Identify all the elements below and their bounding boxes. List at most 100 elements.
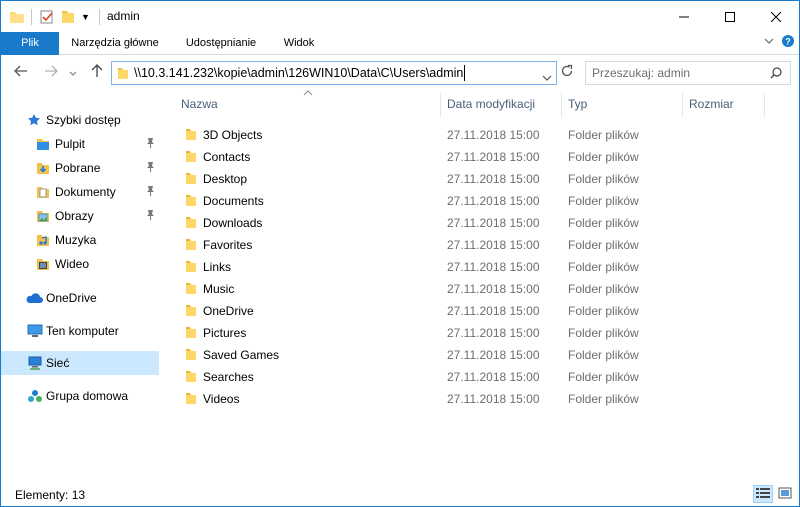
file-name[interactable]: Documents — [203, 194, 264, 208]
search-input[interactable] — [592, 65, 762, 81]
file-name[interactable]: 3D Objects — [203, 128, 262, 142]
file-name[interactable]: Links — [203, 260, 231, 274]
column-header-type[interactable]: Typ — [568, 90, 680, 118]
pictures-icon — [36, 209, 50, 223]
column-header-modified[interactable]: Data modyfikacji — [447, 90, 559, 118]
up-button[interactable] — [87, 62, 107, 82]
file-type: Folder plików — [568, 260, 639, 274]
table-row[interactable]: Downloads 27.11.2018 15:00 Folder plików — [181, 212, 781, 234]
window-title: admin — [107, 9, 140, 23]
folder-icon — [185, 282, 197, 295]
back-button[interactable] — [11, 62, 31, 82]
large-icons-view-icon — [778, 487, 792, 502]
pin-icon[interactable] — [146, 209, 155, 223]
sidebar-item-this-pc[interactable]: Ten komputer — [1, 319, 159, 343]
sidebar-item-desktop[interactable]: Pulpit — [1, 132, 159, 156]
music-icon — [36, 233, 50, 247]
forward-arrow-icon — [44, 64, 58, 80]
table-row[interactable]: 3D Objects 27.11.2018 15:00 Folder plików — [181, 124, 781, 146]
folder-icon — [9, 8, 25, 26]
tab-file[interactable]: Plik — [1, 32, 59, 55]
table-row[interactable]: Music 27.11.2018 15:00 Folder plików — [181, 278, 781, 300]
help-icon[interactable]: ? — [781, 34, 795, 51]
file-name[interactable]: Favorites — [203, 238, 252, 252]
search-box[interactable] — [585, 61, 791, 85]
file-name[interactable]: Searches — [203, 370, 254, 384]
new-folder-icon[interactable] — [61, 8, 75, 26]
table-row[interactable]: Favorites 27.11.2018 15:00 Folder plików — [181, 234, 781, 256]
table-row[interactable]: Pictures 27.11.2018 15:00 Folder plików — [181, 322, 781, 344]
table-row[interactable]: Links 27.11.2018 15:00 Folder plików — [181, 256, 781, 278]
sidebar-item-quick-access[interactable]: Szybki dostęp — [1, 108, 159, 132]
file-type: Folder plików — [568, 392, 639, 406]
file-name[interactable]: OneDrive — [203, 304, 254, 318]
sidebar-item-music[interactable]: Muzyka — [1, 228, 159, 252]
folder-icon — [185, 392, 197, 405]
sidebar-item-videos[interactable]: Wideo — [1, 252, 159, 276]
forward-button[interactable] — [41, 62, 61, 82]
title-bar: ▼ admin — [1, 1, 799, 32]
table-row[interactable]: Saved Games 27.11.2018 15:00 Folder plików — [181, 344, 781, 366]
details-view-button[interactable] — [753, 485, 773, 503]
ribbon-expand-icon[interactable] — [763, 35, 775, 50]
sidebar-item-network[interactable]: Sieć — [1, 351, 159, 375]
minimize-button[interactable] — [661, 1, 707, 32]
desktop-icon — [36, 137, 50, 151]
large-icons-view-button[interactable] — [775, 485, 795, 503]
address-path[interactable]: \\10.3.141.232\kopie\admin\126WIN10\Data… — [134, 66, 463, 80]
close-button[interactable] — [753, 1, 799, 32]
tab-view[interactable]: Widok — [273, 32, 325, 55]
table-row[interactable]: Contacts 27.11.2018 15:00 Folder plików — [181, 146, 781, 168]
file-name[interactable]: Desktop — [203, 172, 247, 186]
folder-icon — [185, 326, 197, 339]
address-bar[interactable]: \\10.3.141.232\kopie\admin\126WIN10\Data… — [111, 61, 557, 85]
table-row[interactable]: Videos 27.11.2018 15:00 Folder plików — [181, 388, 781, 410]
file-name[interactable]: Pictures — [203, 326, 246, 340]
pin-icon[interactable] — [146, 161, 155, 175]
sidebar-item-documents[interactable]: Dokumenty — [1, 180, 159, 204]
sidebar-item-homegroup[interactable]: Grupa domowa — [1, 384, 159, 408]
file-type: Folder plików — [568, 194, 639, 208]
column-header-size[interactable]: Rozmiar — [689, 90, 761, 118]
file-modified: 27.11.2018 15:00 — [447, 326, 540, 340]
properties-icon[interactable] — [39, 8, 55, 26]
file-name[interactable]: Videos — [203, 392, 239, 406]
file-type: Folder plików — [568, 304, 639, 318]
search-icon[interactable] — [770, 67, 782, 82]
file-name[interactable]: Music — [203, 282, 234, 296]
address-dropdown-icon[interactable] — [542, 70, 552, 84]
file-name[interactable]: Saved Games — [203, 348, 279, 362]
file-type: Folder plików — [568, 348, 639, 362]
column-header-name[interactable]: Nazwa — [181, 90, 439, 118]
folder-icon — [185, 238, 197, 251]
file-modified: 27.11.2018 15:00 — [447, 216, 540, 230]
tab-home[interactable]: Narzędzia główne — [63, 32, 167, 55]
file-name[interactable]: Contacts — [203, 150, 250, 164]
homegroup-icon — [27, 389, 43, 403]
text-caret — [464, 65, 465, 81]
tab-share[interactable]: Udostępnianie — [177, 32, 265, 55]
sidebar-item-downloads[interactable]: Pobrane — [1, 156, 159, 180]
sidebar-item-pictures[interactable]: Obrazy — [1, 204, 159, 228]
table-row[interactable]: Desktop 27.11.2018 15:00 Folder plików — [181, 168, 781, 190]
folder-icon — [185, 128, 197, 141]
sidebar-item-label: OneDrive — [46, 291, 97, 305]
refresh-button[interactable] — [557, 62, 577, 82]
sidebar-item-onedrive[interactable]: OneDrive — [1, 286, 159, 310]
table-row[interactable]: OneDrive 27.11.2018 15:00 Folder plików — [181, 300, 781, 322]
ribbon-tabs: Plik Narzędzia główne Udostępnianie Wido… — [1, 32, 799, 55]
maximize-button[interactable] — [707, 1, 753, 32]
folder-icon — [117, 66, 129, 83]
downloads-icon — [36, 161, 50, 175]
folder-icon — [185, 260, 197, 273]
pin-icon[interactable] — [146, 185, 155, 199]
table-row[interactable]: Searches 27.11.2018 15:00 Folder plików — [181, 366, 781, 388]
customize-dropdown-icon[interactable]: ▼ — [81, 8, 90, 26]
file-name[interactable]: Downloads — [203, 216, 262, 230]
pin-icon[interactable] — [146, 137, 155, 151]
sidebar-item-label: Obrazy — [55, 209, 94, 223]
navigation-pane: Szybki dostęp Pulpit Pobrane Dokumenty O… — [1, 96, 161, 481]
recent-locations-button[interactable] — [63, 62, 83, 82]
sidebar-item-label: Sieć — [46, 356, 70, 370]
table-row[interactable]: Documents 27.11.2018 15:00 Folder plików — [181, 190, 781, 212]
